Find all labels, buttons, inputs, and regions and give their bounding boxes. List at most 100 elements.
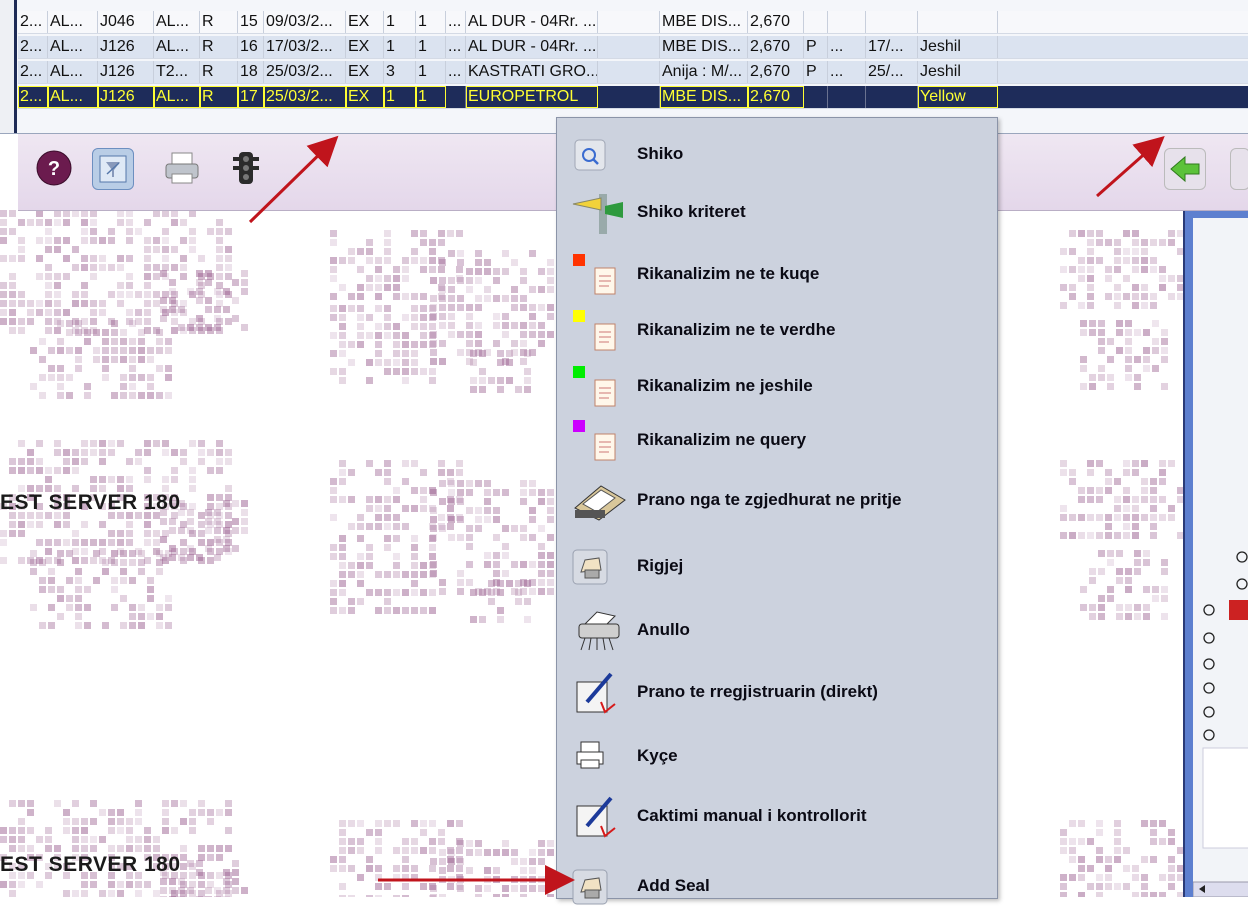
lock-printer-icon	[571, 736, 627, 778]
table-cell: 17/03/2...	[264, 36, 346, 58]
table-cell: 2,670	[748, 86, 804, 108]
back-arrow-icon	[1170, 155, 1200, 183]
table-cell: ...	[446, 36, 466, 58]
traffic-light-button[interactable]	[226, 148, 266, 188]
menu-item-label: Shiko	[637, 144, 684, 163]
reanalyze-red-icon	[571, 254, 627, 296]
table-cell: R	[200, 86, 238, 108]
menu-item-label: Prano te rregjistruarin (direkt)	[637, 682, 878, 701]
table-row-selected[interactable]: 2... AL... J126 AL... R 17 25/03/2... EX 1 1 EUROP…	[18, 86, 1248, 109]
table-cell: 1	[384, 36, 416, 58]
table-cell	[598, 61, 660, 83]
stamp-hand-icon	[571, 546, 627, 588]
menu-item-prano-nga-te-zgjedhurat-ne-pritje[interactable]: Prano nga te zgjedhurat ne pritje	[557, 472, 997, 528]
table-cell: Jeshil	[918, 61, 998, 83]
table-cell: AL...	[48, 86, 98, 108]
table-cell: 1	[416, 11, 446, 33]
table-cell: P	[804, 36, 828, 58]
table-cell: T2...	[154, 61, 200, 83]
table-cell: ...	[446, 11, 466, 33]
server-watermark-1: EST SERVER 180	[0, 491, 181, 514]
right-tree-panel	[1183, 210, 1248, 898]
menu-item-caktimi-manual-i-kontrollorit[interactable]: Caktimi manual i kontrollorit	[557, 788, 997, 844]
table-cell: MBE DIS...	[660, 86, 748, 108]
table-cell	[446, 86, 466, 108]
menu-item-label: Rikanalizim ne query	[637, 430, 807, 449]
menu-item-rikanalizim-ne-te-kuqe[interactable]: Rikanalizim ne te kuqe	[557, 246, 997, 302]
table-cell: J126	[98, 86, 154, 108]
scanner-icon	[571, 480, 627, 522]
printer-icon	[165, 152, 199, 184]
menu-item-rikanalizim-ne-te-verdhe[interactable]: Rikanalizim ne te verdhe	[557, 302, 997, 358]
data-grid: 2... AL... J046 AL... R 15 09/03/2... EX 1 1... AL…	[0, 0, 1248, 134]
table-cell: AL DUR - 04Rr. ...	[466, 11, 598, 33]
red-status-icon	[1229, 600, 1248, 620]
menu-item-anullo[interactable]: Anullo	[557, 602, 997, 658]
criteria-signpost-icon	[571, 192, 627, 234]
table-cell: AL DUR - 04Rr. ...	[466, 36, 598, 58]
signing-hand-icon	[571, 672, 627, 714]
menu-item-label: Anullo	[637, 620, 690, 639]
server-watermark-2: EST SERVER 180	[0, 853, 181, 876]
menu-item-rigjej[interactable]: Rigjej	[557, 538, 997, 594]
table-cell: 25/03/2...	[264, 61, 346, 83]
reanalyze-green-icon	[571, 366, 627, 408]
table-cell: EUROPETROL	[466, 86, 598, 108]
table-cell: Jeshil	[918, 36, 998, 58]
table-cell: ...	[828, 36, 866, 58]
table-cell: R	[200, 61, 238, 83]
table-cell: AL...	[154, 86, 200, 108]
table-cell: 1	[416, 61, 446, 83]
table-row[interactable]: 2... AL... J126 T2... R 18 25/03/2... EX 3 1... KA…	[18, 61, 1248, 84]
back-button[interactable]	[1164, 148, 1206, 190]
menu-item-shiko-kriteret[interactable]: Shiko kriteret	[557, 184, 997, 240]
menu-item-rikanalizim-ne-query[interactable]: Rikanalizim ne query	[557, 412, 997, 468]
help-button[interactable]: ?	[34, 148, 74, 188]
menu-item-label: Shiko kriteret	[637, 202, 746, 221]
menu-item-prano-te-rregjistruarin-direkt[interactable]: Prano te rregjistruarin (direkt)	[557, 664, 997, 720]
table-cell: J046	[98, 11, 154, 33]
table-cell: R	[200, 36, 238, 58]
table-cell	[866, 11, 918, 33]
table-cell	[828, 11, 866, 33]
print-button[interactable]	[162, 148, 202, 188]
table-cell: AL...	[154, 36, 200, 58]
table-cell: J126	[98, 61, 154, 83]
table-cell: ...	[446, 61, 466, 83]
menu-item-add-seal[interactable]: Add Seal	[557, 858, 997, 914]
table-cell: 16	[238, 36, 264, 58]
menu-item-label: Rikanalizim ne te verdhe	[637, 320, 836, 339]
table-cell: R	[200, 11, 238, 33]
table-cell: P	[804, 61, 828, 83]
table-cell	[866, 86, 918, 108]
tree-nodes	[1192, 551, 1248, 898]
menu-item-label: Kyçe	[637, 746, 678, 765]
menu-item-ky-e[interactable]: Kyçe	[557, 728, 997, 784]
filter-button[interactable]	[92, 148, 134, 190]
table-cell: ...	[828, 61, 866, 83]
reanalyze-query-icon	[571, 420, 627, 462]
table-cell: 2,670	[748, 36, 804, 58]
next-button[interactable]	[1230, 148, 1248, 190]
table-cell: 25/...	[866, 61, 918, 83]
table-cell	[598, 86, 660, 108]
table-cell: 1	[384, 86, 416, 108]
table-cell: 2...	[18, 86, 48, 108]
table-row[interactable]: 2... AL... J046 AL... R 15 09/03/2... EX 1 1... AL…	[18, 11, 1248, 34]
filter-clear-icon	[99, 155, 127, 183]
menu-item-rikanalizim-ne-jeshile[interactable]: Rikanalizim ne jeshile	[557, 358, 997, 414]
table-cell: 2,670	[748, 61, 804, 83]
table-cell: 1	[416, 86, 446, 108]
table-cell: EX	[346, 11, 384, 33]
table-cell: 2...	[18, 36, 48, 58]
table-cell: AL...	[48, 36, 98, 58]
table-cell: Anija : M/...	[660, 61, 748, 83]
table-cell: EX	[346, 86, 384, 108]
menu-item-shiko[interactable]: Shiko	[557, 126, 997, 182]
table-cell: 2...	[18, 11, 48, 33]
table-cell: 17/...	[866, 36, 918, 58]
signing-hand-icon	[571, 796, 627, 838]
table-cell: 2,670	[748, 11, 804, 33]
table-cell	[828, 86, 866, 108]
table-row[interactable]: 2... AL... J126 AL... R 16 17/03/2... EX 1 1... AL…	[18, 36, 1248, 59]
